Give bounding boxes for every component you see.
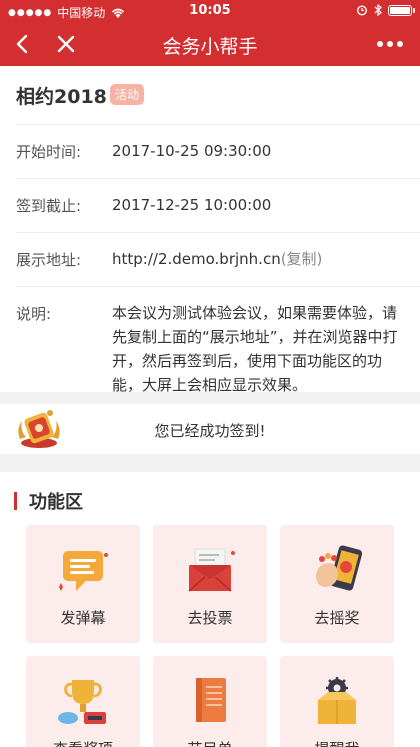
bluetooth-icon — [374, 4, 382, 16]
display-url-value: http://2.demo.brjnh.cn — [112, 250, 281, 268]
start-time-row: 开始时间: 2017-10-25 09:30:00 — [16, 124, 420, 178]
description-value: 本会议为测试体验会议，如果需要体验，请先复制上面的“展示地址”，并在浏览器中打开… — [112, 304, 398, 394]
vote-envelope-icon — [188, 548, 235, 592]
tile-label: 查看奖项 — [26, 738, 140, 747]
danmaku-bubble-icon — [59, 551, 108, 591]
nav-bar: 会务小帮手 — [0, 22, 420, 66]
page-title: 会务小帮手 — [162, 36, 258, 58]
checkin-deadline-row: 签到截止: 2017-12-25 10:00:00 — [16, 178, 420, 232]
lottery-phone-icon — [316, 545, 363, 591]
view-prizes-tile[interactable]: 查看奖项 — [26, 656, 140, 747]
status-bar: ●●●●● 中国移动 10:05 — [0, 0, 420, 22]
description-row: 说明: 本会议为测试体验会议，如果需要体验，请先复制上面的“展示地址”，并在浏览… — [16, 286, 420, 394]
reminder-box-icon — [318, 677, 356, 724]
more-dot-icon — [377, 41, 383, 47]
function-area: 功能区 发弹幕 去投票 去摇奖 — [0, 472, 420, 747]
alarm-icon — [356, 5, 368, 16]
tile-label: 去摇奖 — [314, 609, 360, 627]
tile-label: 去投票 — [187, 609, 233, 627]
start-time-label: 开始时间: — [16, 143, 82, 161]
checkin-banner: 您已经成功签到! — [0, 404, 420, 454]
event-info-card: 相约2018 活动 开始时间: 2017-10-25 09:30:00 签到截止… — [0, 66, 420, 394]
go-vote-tile[interactable]: 去投票 — [153, 525, 267, 643]
status-badge: 活动 — [110, 84, 145, 105]
tile-label: 提醒我 — [280, 738, 394, 747]
battery-icon — [388, 4, 415, 16]
remind-me-tile[interactable]: 提醒我 — [280, 656, 394, 747]
section-accent-bar — [14, 492, 17, 510]
more-dot-icon — [387, 41, 393, 47]
prizes-trophy-icon — [58, 680, 106, 724]
start-time-value: 2017-10-25 09:30:00 — [112, 142, 272, 160]
program-book-icon — [196, 678, 226, 722]
checkin-message: 您已经成功签到! — [154, 422, 266, 440]
tile-label: 节目单 — [153, 738, 267, 747]
more-button[interactable] — [370, 28, 410, 60]
tile-label: 发弹幕 — [60, 609, 106, 627]
more-dot-icon — [397, 41, 403, 47]
send-danmaku-tile[interactable]: 发弹幕 — [26, 525, 140, 643]
checkin-deadline-label: 签到截止: — [16, 197, 82, 215]
description-label: 说明: — [16, 305, 52, 323]
go-lottery-tile[interactable]: 去摇奖 — [280, 525, 394, 643]
display-url-label: 展示地址: — [16, 251, 82, 269]
event-title: 相约2018 — [16, 86, 107, 108]
checkin-deadline-value: 2017-12-25 10:00:00 — [112, 196, 272, 214]
program-list-tile[interactable]: 节目单 — [153, 656, 267, 747]
section-title: 功能区 — [29, 492, 83, 513]
display-url-row: 展示地址: http://2.demo.brjnh.cn(复制) — [16, 232, 420, 286]
copy-link[interactable]: (复制) — [281, 250, 323, 268]
